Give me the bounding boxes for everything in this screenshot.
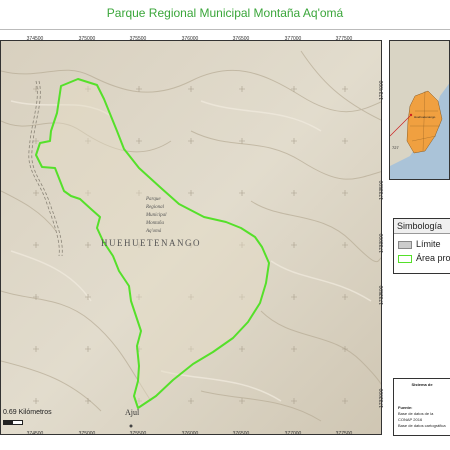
legend-item-label: Área protegida: [416, 253, 450, 263]
info-title: Sistema de: [411, 382, 433, 387]
inset-canvas: [390, 41, 449, 179]
legend-swatch-green: [398, 254, 412, 263]
legend-item-area: Área protegida: [398, 253, 450, 263]
bottom-tick: 377500: [335, 431, 353, 437]
park-label: Parque Regional Municipal Montaña Aq'omá: [146, 196, 167, 236]
info-line: Fuente:: [398, 405, 413, 410]
bottom-tick: 375000: [78, 431, 96, 437]
legend-item-limite: Límite: [398, 239, 441, 249]
bottom-tick: 376000: [181, 431, 199, 437]
park-label-line: Municipal: [146, 213, 167, 218]
right-tick: 1732000: [379, 388, 385, 408]
region-label: HUEHUETENANGO: [101, 238, 201, 248]
info-line: Base de datos cartográfica: [398, 423, 446, 428]
info-line: CONAP 2016: [398, 417, 423, 422]
info-line: Base de datos de la: [398, 411, 434, 416]
right-tick: 1732500: [379, 285, 385, 305]
legend-swatch-gray: [398, 240, 412, 249]
legend: Simbología Límite Área protegida: [393, 218, 450, 274]
right-tick: 1733000: [379, 233, 385, 253]
legend-title: Simbología: [397, 221, 443, 231]
inset-location-dot: [409, 113, 413, 117]
bottom-tick: 374500: [26, 431, 44, 437]
scale-label: 0.69 Kilómetros: [3, 409, 52, 416]
park-label-line: Regional: [146, 205, 165, 210]
map-title: Parque Regional Municipal Montaña Aq'omá: [106, 6, 344, 20]
inset-label: Huehuetenango: [414, 115, 436, 119]
inset-label: 727: [392, 145, 399, 150]
scale-bar: [3, 420, 23, 425]
park-label-line: Aq'omá: [146, 229, 162, 234]
info-box: Sistema de Fuente: Base de datos de la C…: [393, 378, 450, 436]
town-label: Ajul: [125, 408, 140, 417]
legend-item-label: Límite: [416, 239, 441, 249]
scale-bar-segment: [4, 421, 13, 424]
park-label-line: Parque: [146, 197, 161, 202]
inset-map[interactable]: Huehuetenango 727: [389, 40, 450, 180]
main-map[interactable]: HUEHUETENANGO Parque Regional Municipal …: [0, 40, 382, 435]
park-label-line: Montaña: [146, 221, 165, 226]
right-tick: 1733500: [379, 180, 385, 200]
bottom-tick: 376500: [232, 431, 250, 437]
right-tick: 1734000: [379, 80, 385, 100]
town-marker: [129, 424, 133, 428]
bottom-tick: 377000: [284, 431, 302, 437]
bottom-tick: 375500: [129, 431, 147, 437]
